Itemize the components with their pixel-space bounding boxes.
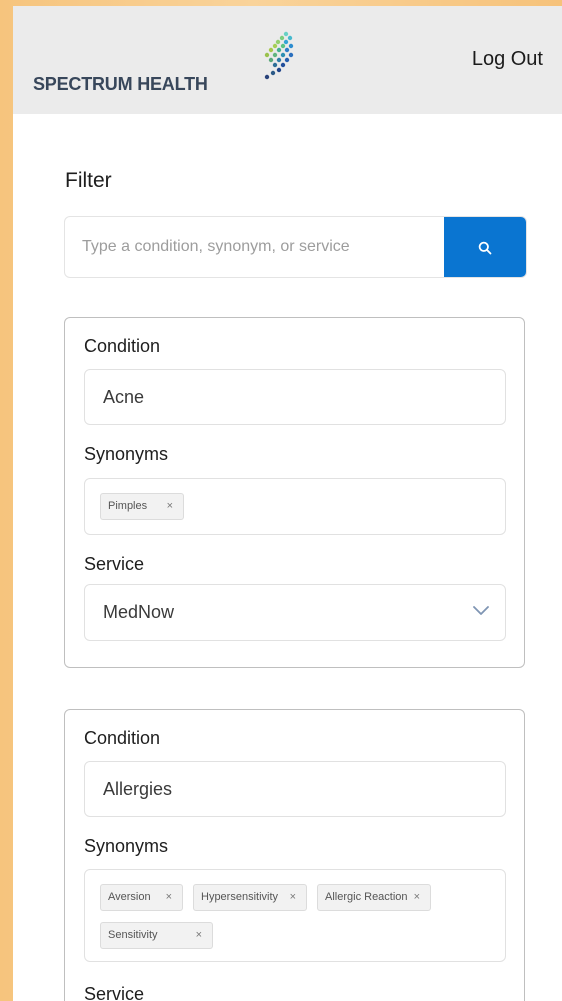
synonym-tag: Aversion ×	[100, 884, 183, 911]
spectrum-health-logo-icon	[264, 31, 294, 80]
synonyms-label: Synonyms	[84, 836, 169, 856]
app-window: SPECTRUM HEALTH Log Out Filter Type a co…	[13, 6, 562, 1001]
synonyms-field[interactable]: Aversion × Hypersensitivity × Allergic R…	[84, 869, 506, 962]
chevron-down-icon	[473, 606, 489, 615]
synonym-tag: Allergic Reaction ×	[317, 884, 431, 911]
condition-value: Allergies	[103, 779, 173, 799]
search-bar	[64, 216, 527, 278]
remove-tag-icon[interactable]: ×	[166, 885, 172, 910]
service-value: MedNow	[103, 602, 175, 622]
remove-tag-icon[interactable]: ×	[196, 923, 202, 948]
condition-label: Condition	[84, 336, 161, 356]
condition-field[interactable]: Acne	[84, 369, 506, 425]
condition-card: Condition Allergies Synonyms Aversion × …	[64, 709, 525, 1001]
remove-tag-icon[interactable]: ×	[414, 885, 420, 910]
condition-value: Acne	[103, 387, 145, 407]
remove-tag-icon[interactable]: ×	[167, 494, 173, 519]
brand-name: SPECTRUM HEALTH	[33, 74, 208, 94]
synonym-tag-label: Hypersensitivity	[201, 891, 279, 903]
synonym-tag: Hypersensitivity ×	[193, 884, 307, 911]
service-select[interactable]: MedNow	[84, 584, 506, 641]
synonyms-field[interactable]: Pimples ×	[84, 478, 506, 535]
synonym-tag-label: Sensitivity	[108, 929, 158, 941]
synonym-tag: Pimples ×	[100, 493, 184, 520]
remove-tag-icon[interactable]: ×	[290, 885, 296, 910]
filter-title: Filter	[65, 169, 112, 192]
synonym-tag-label: Pimples	[108, 500, 148, 512]
synonym-tag-label: Aversion	[108, 891, 151, 903]
service-label: Service	[84, 554, 145, 574]
condition-label: Condition	[84, 728, 161, 748]
search-input[interactable]	[65, 217, 443, 277]
service-label: Service	[84, 984, 145, 1001]
synonym-tag-label: Allergic Reaction	[325, 891, 408, 903]
synonym-tag: Sensitivity ×	[100, 922, 213, 949]
synonyms-label: Synonyms	[84, 444, 169, 464]
search-icon	[478, 241, 492, 255]
logout-button[interactable]: Log Out	[472, 48, 543, 71]
search-button[interactable]	[444, 217, 526, 277]
condition-field[interactable]: Allergies	[84, 761, 506, 817]
condition-card: Condition Acne Synonyms Pimples × Servic…	[64, 317, 525, 668]
header: SPECTRUM HEALTH Log Out	[13, 6, 562, 114]
